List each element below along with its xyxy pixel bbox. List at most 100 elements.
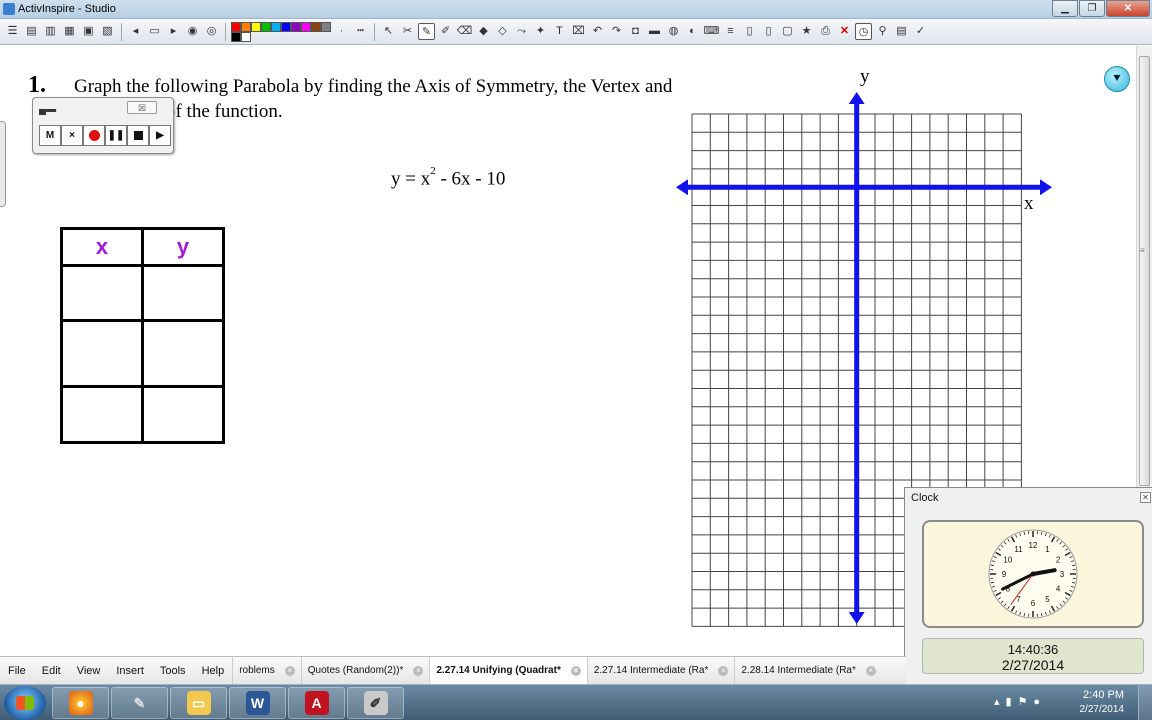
color-swatch[interactable] xyxy=(261,21,271,32)
recorder-grip-icon[interactable]: ▄▬ xyxy=(39,104,56,115)
menu-insert[interactable]: Insert xyxy=(108,665,152,677)
table-cell[interactable] xyxy=(60,385,144,444)
zoom-icon[interactable]: ⚲ xyxy=(874,23,891,40)
shape-icon[interactable]: ◇ xyxy=(494,23,511,40)
fill-icon[interactable]: ◆ xyxy=(475,23,492,40)
highlighter-icon[interactable]: ✐ xyxy=(437,23,454,40)
screen-keyboard-icon[interactable]: ⌨ xyxy=(703,23,720,40)
recorder-mode-button[interactable]: M xyxy=(39,125,61,146)
tab-close-icon[interactable]: × xyxy=(865,665,876,676)
taskbar-activinspire[interactable]: ✐ xyxy=(347,687,404,719)
table-cell[interactable] xyxy=(60,264,144,322)
document-tab[interactable]: 2.27.14 Intermediate (Ra* × xyxy=(586,656,735,685)
magic-ink-icon[interactable]: ✦ xyxy=(532,23,549,40)
pause-button[interactable]: ❚❚ xyxy=(105,125,127,146)
menu-view[interactable]: View xyxy=(69,665,109,677)
new-flipchart-icon[interactable]: ▤ xyxy=(23,23,40,40)
eraser-icon[interactable]: ⌫ xyxy=(456,23,473,40)
tab-close-icon[interactable]: × xyxy=(718,665,729,676)
color-swatch[interactable] xyxy=(241,21,251,32)
tab-close-icon[interactable]: × xyxy=(570,665,581,676)
spotlight-icon[interactable]: ◍ xyxy=(665,23,682,40)
browser-icon[interactable]: ▧ xyxy=(99,23,116,40)
menu-tools[interactable]: Tools xyxy=(152,665,194,677)
dashboard-icon[interactable]: ▣ xyxy=(80,23,97,40)
customize-icon[interactable]: ✓ xyxy=(912,23,929,40)
connector-icon[interactable]: ⤳ xyxy=(513,23,530,40)
menu-file[interactable]: File xyxy=(0,665,34,677)
web-browser-icon[interactable]: ◎ xyxy=(203,23,220,40)
table-cell[interactable] xyxy=(141,264,225,322)
page-icon[interactable]: ▯ xyxy=(741,23,758,40)
taskbar-paint[interactable]: ✎ xyxy=(111,687,168,719)
page-expand-icon[interactable]: ⯆ xyxy=(1104,66,1130,92)
color-swatch[interactable] xyxy=(251,21,261,32)
layers-icon[interactable]: ≡ xyxy=(722,23,739,40)
minimize-button[interactable]: ▁ xyxy=(1052,0,1078,17)
main-menu-icon[interactable]: ☰ xyxy=(4,23,21,40)
menu-edit[interactable]: Edit xyxy=(34,665,69,677)
table-cell[interactable] xyxy=(60,319,144,388)
open-flipchart-icon[interactable]: ▥ xyxy=(42,23,59,40)
tools-icon[interactable]: ✂ xyxy=(399,23,416,40)
pen-icon[interactable]: ✎ xyxy=(418,23,435,40)
reset-page-icon[interactable]: ▭ xyxy=(146,23,163,40)
tab-close-icon[interactable]: × xyxy=(284,665,295,676)
color-swatch[interactable] xyxy=(231,21,241,32)
color-swatch[interactable] xyxy=(301,21,311,32)
close-button[interactable]: ✕ xyxy=(1106,0,1150,17)
color-swatch[interactable] xyxy=(271,21,281,32)
next-page-icon[interactable]: ▸ xyxy=(165,23,182,40)
text-icon[interactable]: T xyxy=(551,23,568,40)
color-swatch[interactable] xyxy=(291,21,301,32)
redo-icon[interactable]: ↷ xyxy=(608,23,625,40)
undo-icon[interactable]: ↶ xyxy=(589,23,606,40)
tray-icons[interactable]: ▴▮⚑● xyxy=(994,695,1046,708)
favorites-icon[interactable]: ★ xyxy=(798,23,815,40)
browser-collapse-tab[interactable] xyxy=(0,121,6,207)
color-swatch[interactable] xyxy=(311,21,321,32)
taskbar-date[interactable]: 2/27/2014 xyxy=(1080,704,1125,715)
document-tab-active[interactable]: 2.27.14 Unifying (Quadrat* × xyxy=(429,656,587,685)
pen-width-icon[interactable]: · xyxy=(333,23,350,40)
document-tab[interactable]: 2.28.14 Intermediate (Ra* × xyxy=(734,656,882,685)
play-button[interactable]: ▶ xyxy=(149,125,171,146)
color-swatch[interactable] xyxy=(321,21,331,32)
scrollbar-thumb[interactable] xyxy=(1139,56,1150,486)
document-tab[interactable]: roblems × xyxy=(232,656,301,685)
color-swatch[interactable] xyxy=(281,21,291,32)
camera-icon[interactable]: ◘ xyxy=(627,23,644,40)
close-flipchart-icon[interactable]: ✕ xyxy=(836,23,853,40)
taskbar-word[interactable]: W xyxy=(229,687,286,719)
taskbar-time[interactable]: 2:40 PM xyxy=(1083,689,1124,701)
table-cell[interactable] xyxy=(141,385,225,444)
start-button[interactable] xyxy=(4,686,46,720)
clear-icon[interactable]: ⌧ xyxy=(570,23,587,40)
page-list-icon[interactable]: ▤ xyxy=(893,23,910,40)
clock-close-button[interactable]: ✕ xyxy=(1140,492,1151,503)
print-icon[interactable]: ⎙ xyxy=(817,23,834,40)
color-swatch[interactable] xyxy=(241,31,251,42)
taskbar-acrobat[interactable]: A xyxy=(288,687,345,719)
recorder-icon[interactable]: ▬ xyxy=(646,23,663,40)
pages-icon[interactable]: ▯ xyxy=(760,23,777,40)
taskbar-firefox[interactable]: ● xyxy=(52,687,109,719)
revealer-icon[interactable]: ◐ xyxy=(684,23,701,40)
record-button[interactable] xyxy=(83,125,105,146)
color-swatch[interactable] xyxy=(231,31,241,42)
show-desktop-button[interactable] xyxy=(1138,685,1152,720)
document-tab[interactable]: Quotes (Random(2))* × xyxy=(300,656,430,685)
desktop-icon[interactable]: ▢ xyxy=(779,23,796,40)
media-icon[interactable]: ◉ xyxy=(184,23,201,40)
menu-help[interactable]: Help xyxy=(194,665,233,677)
select-icon[interactable]: ↖ xyxy=(380,23,397,40)
recorder-close-button[interactable]: ☒ xyxy=(127,101,157,114)
width-slider-icon[interactable]: ┅ xyxy=(352,23,369,40)
clock-icon[interactable]: ◷ xyxy=(855,23,872,40)
table-cell[interactable] xyxy=(141,319,225,388)
restore-button[interactable]: ❐ xyxy=(1079,0,1105,17)
tab-close-icon[interactable]: × xyxy=(413,665,424,676)
stop-button[interactable] xyxy=(127,125,149,146)
taskbar-explorer[interactable]: ▭ xyxy=(170,687,227,719)
previous-page-icon[interactable]: ◂ xyxy=(127,23,144,40)
